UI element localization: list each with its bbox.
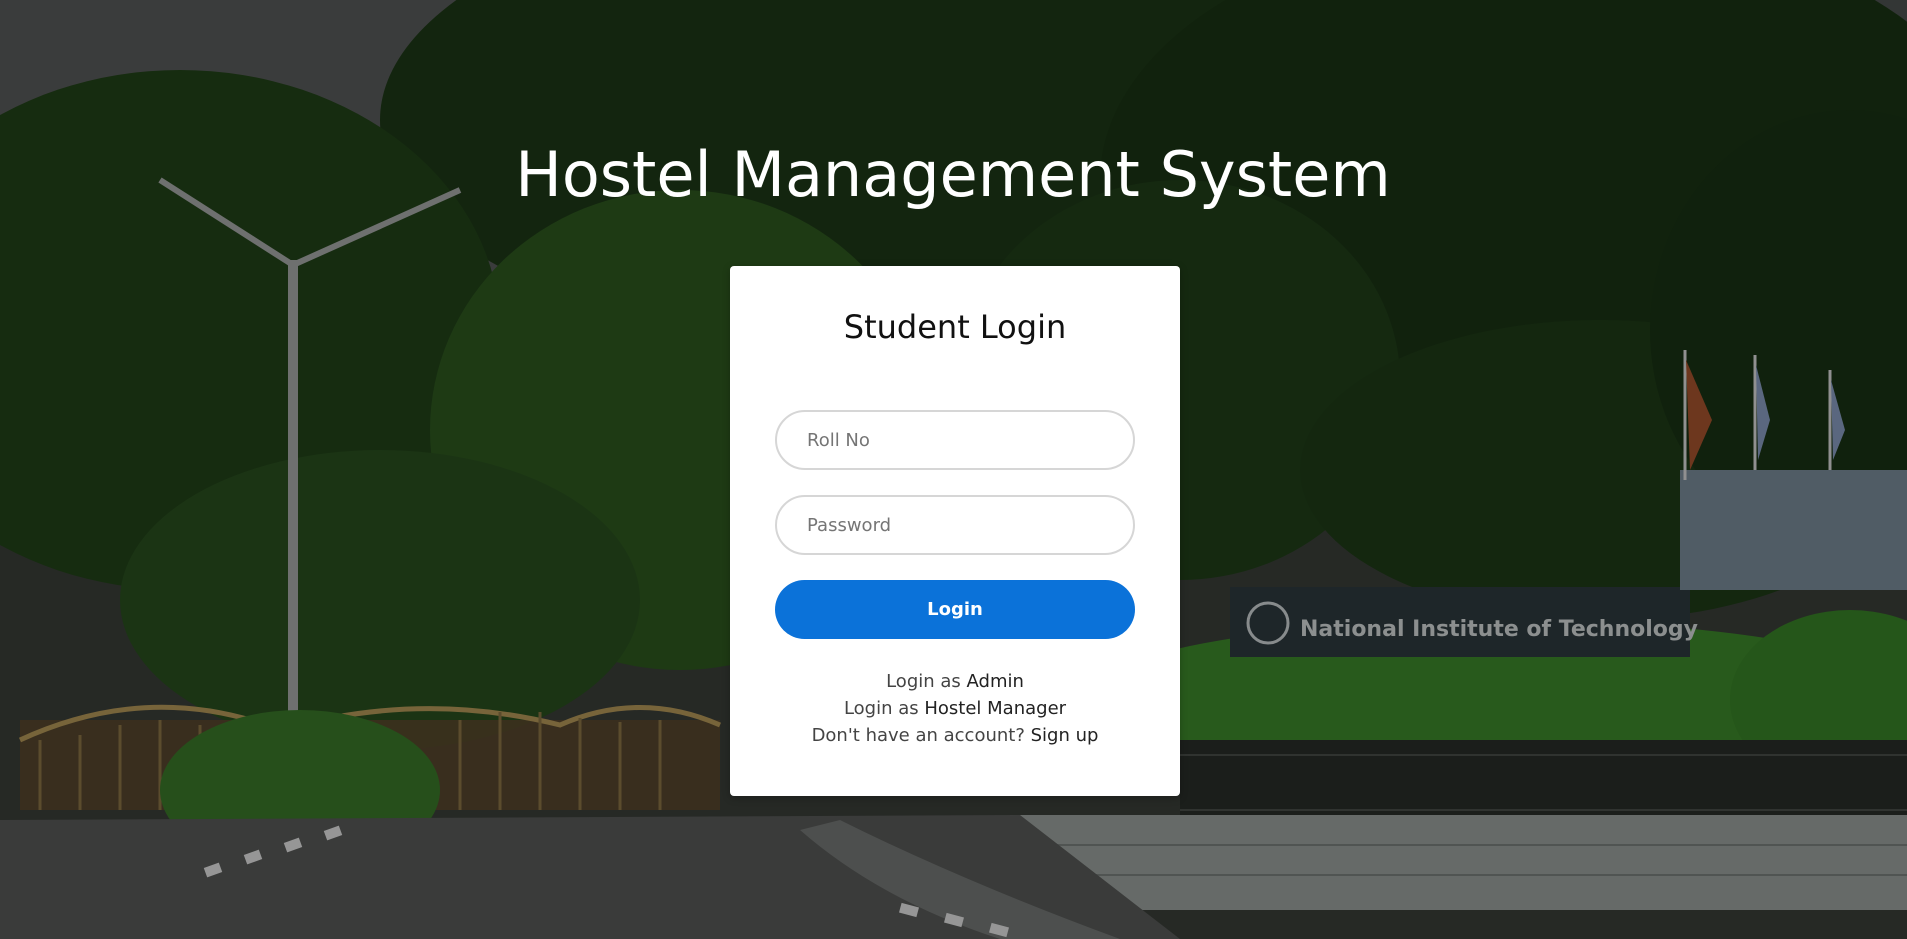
login-card: Student Login Login Login as Admin Login…	[730, 266, 1180, 796]
roll-no-input[interactable]	[775, 410, 1135, 470]
password-input[interactable]	[775, 495, 1135, 555]
login-button[interactable]: Login	[775, 580, 1135, 639]
admin-login-link[interactable]: Admin	[967, 671, 1024, 692]
page-title: Hostel Management System	[515, 138, 1391, 211]
login-heading: Student Login	[843, 308, 1067, 346]
manager-login-line: Login as Hostel Manager	[730, 695, 1180, 722]
signup-link[interactable]: Sign up	[1031, 725, 1099, 746]
hostel-manager-login-link[interactable]: Hostel Manager	[924, 698, 1066, 719]
admin-login-line: Login as Admin	[730, 668, 1180, 695]
signup-prefix: Don't have an account?	[811, 725, 1031, 746]
admin-login-prefix: Login as	[886, 671, 967, 692]
signup-line: Don't have an account? Sign up	[730, 722, 1180, 749]
manager-login-prefix: Login as	[843, 698, 925, 719]
alternate-login-links: Login as Admin Login as Hostel Manager D…	[730, 668, 1180, 749]
